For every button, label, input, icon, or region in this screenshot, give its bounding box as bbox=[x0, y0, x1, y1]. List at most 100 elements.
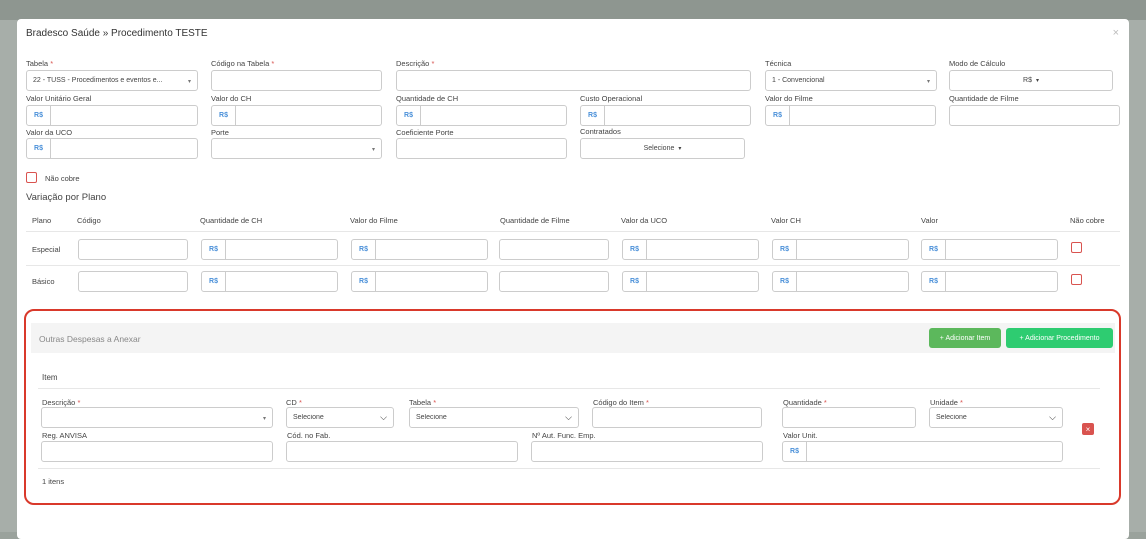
caret-down-icon: ▾ bbox=[1035, 78, 1039, 84]
basico-valor-filme-input[interactable]: R$ bbox=[351, 271, 488, 292]
item-divider bbox=[38, 388, 1100, 389]
delete-item-button[interactable]: × bbox=[1082, 423, 1094, 435]
descricao-label: Descrição * bbox=[396, 59, 435, 68]
quantidade-filme-input[interactable] bbox=[949, 105, 1120, 126]
item-unidade-select[interactable]: Selecione ⌵ bbox=[929, 407, 1063, 428]
item-cd-select[interactable]: Selecione ⌵ bbox=[286, 407, 394, 428]
currency-prefix: R$ bbox=[352, 240, 376, 259]
table-divider bbox=[26, 265, 1120, 266]
caret-down-icon: ▾ bbox=[371, 147, 375, 153]
quantidade-ch-label: Quantidade de CH bbox=[396, 94, 459, 103]
especial-quantidade-filme-input[interactable] bbox=[499, 239, 609, 260]
currency-prefix: R$ bbox=[623, 272, 647, 291]
contratados-select[interactable]: Selecione ▾ bbox=[580, 138, 745, 159]
page-backdrop-left bbox=[0, 20, 17, 532]
especial-valor-input[interactable]: R$ bbox=[921, 239, 1058, 260]
cod-fab-input[interactable] bbox=[286, 441, 518, 462]
caret-down-icon: ▾ bbox=[926, 79, 930, 85]
item-unidade-label: Unidade * bbox=[930, 398, 963, 407]
col-codigo: Código bbox=[77, 216, 101, 225]
currency-prefix: R$ bbox=[27, 139, 51, 158]
modo-calculo-label: Modo de Cálculo bbox=[949, 59, 1006, 68]
currency-prefix: R$ bbox=[773, 240, 797, 259]
item-tabela-select[interactable]: Selecione ⌵ bbox=[409, 407, 579, 428]
valor-unitario-geral-input[interactable]: R$ bbox=[26, 105, 198, 126]
tabela-select[interactable]: 22 - TUSS - Procedimentos e eventos e...… bbox=[26, 70, 198, 91]
descricao-input[interactable] bbox=[396, 70, 751, 91]
currency-prefix: R$ bbox=[773, 272, 797, 291]
currency-prefix: R$ bbox=[202, 272, 226, 291]
item-quantidade-label: Quantidade * bbox=[783, 398, 827, 407]
valor-unitario-geral-label: Valor Unitário Geral bbox=[26, 94, 92, 103]
item-codigo-input[interactable] bbox=[592, 407, 762, 428]
currency-prefix: R$ bbox=[397, 106, 421, 125]
reg-anvisa-label: Reg. ANVISA bbox=[42, 431, 88, 440]
valor-ch-input[interactable]: R$ bbox=[211, 105, 382, 126]
outras-despesas-header: Outras Despesas a Anexar + Adicionar Ite… bbox=[31, 323, 1115, 353]
item-unidade-dropdown[interactable]: Selecione bbox=[930, 408, 1062, 427]
basico-nao-cobre-checkbox[interactable] bbox=[1071, 274, 1082, 285]
basico-valor-ch-input[interactable]: R$ bbox=[772, 271, 909, 292]
contratados-label: Contratados bbox=[580, 127, 621, 136]
item-descricao-select[interactable]: ▾ bbox=[41, 407, 273, 428]
aut-func-label: Nº Aut. Func. Emp. bbox=[532, 431, 596, 440]
reg-anvisa-input[interactable] bbox=[41, 441, 273, 462]
currency-prefix: R$ bbox=[623, 240, 647, 259]
caret-down-icon: ▾ bbox=[678, 146, 682, 152]
valor-ch-label: Valor do CH bbox=[211, 94, 252, 103]
especial-valor-uco-input[interactable]: R$ bbox=[622, 239, 759, 260]
procedimento-modal: Bradesco Saúde » Procedimento TESTE × Ta… bbox=[17, 19, 1129, 539]
codigo-tabela-input[interactable] bbox=[211, 70, 382, 91]
item-divider bbox=[38, 468, 1100, 469]
item-tabela-dropdown[interactable]: Selecione bbox=[410, 408, 578, 427]
quantidade-filme-label: Quantidade de Filme bbox=[949, 94, 1019, 103]
tabela-label: Tabela * bbox=[26, 59, 54, 68]
modo-calculo-select[interactable]: R$ ▾ bbox=[949, 70, 1113, 91]
item-codigo-label: Código do Item * bbox=[593, 398, 649, 407]
especial-nao-cobre-checkbox[interactable] bbox=[1071, 242, 1082, 253]
especial-valor-ch-input[interactable]: R$ bbox=[772, 239, 909, 260]
basico-codigo-input[interactable] bbox=[78, 271, 188, 292]
plano-especial-label: Especial bbox=[32, 245, 61, 254]
modo-calculo-value: R$ bbox=[1023, 77, 1032, 84]
basico-valor-input[interactable]: R$ bbox=[921, 271, 1058, 292]
basico-quantidade-filme-input[interactable] bbox=[499, 271, 609, 292]
porte-label: Porte bbox=[211, 128, 229, 137]
nao-cobre-checkbox[interactable] bbox=[26, 172, 37, 183]
aut-func-input[interactable] bbox=[531, 441, 763, 462]
col-valor-filme: Valor do Filme bbox=[350, 216, 398, 225]
outras-despesas-panel: Outras Despesas a Anexar + Adicionar Ite… bbox=[24, 309, 1121, 505]
variacao-title: Variação por Plano bbox=[26, 192, 107, 203]
currency-prefix: R$ bbox=[27, 106, 51, 125]
basico-quantidade-ch-input[interactable]: R$ bbox=[201, 271, 338, 292]
item-quantidade-input[interactable] bbox=[782, 407, 916, 428]
tecnica-select[interactable]: 1 - Convencional ▾ bbox=[765, 70, 937, 91]
item-cd-dropdown[interactable]: Selecione bbox=[287, 408, 393, 427]
currency-prefix: R$ bbox=[766, 106, 790, 125]
valor-unit-input[interactable]: R$ bbox=[782, 441, 1063, 462]
add-procedimento-button[interactable]: + Adicionar Procedimento bbox=[1006, 328, 1113, 348]
col-plano: Plano bbox=[32, 216, 52, 225]
coeficiente-porte-label: Coeficiente Porte bbox=[396, 128, 454, 137]
basico-valor-uco-input[interactable]: R$ bbox=[622, 271, 759, 292]
especial-codigo-input[interactable] bbox=[78, 239, 188, 260]
valor-filme-input[interactable]: R$ bbox=[765, 105, 936, 126]
especial-valor-filme-input[interactable]: R$ bbox=[351, 239, 488, 260]
currency-prefix: R$ bbox=[202, 240, 226, 259]
quantidade-ch-input[interactable]: R$ bbox=[396, 105, 567, 126]
page-backdrop-top bbox=[0, 0, 1146, 20]
item-cd-label: CD * bbox=[286, 398, 302, 407]
porte-select[interactable]: ▾ bbox=[211, 138, 382, 159]
close-icon[interactable]: × bbox=[1113, 27, 1119, 39]
custo-operacional-input[interactable]: R$ bbox=[580, 105, 751, 126]
coeficiente-porte-input[interactable] bbox=[396, 138, 567, 159]
codigo-tabela-label: Código na Tabela * bbox=[211, 59, 275, 68]
caret-down-icon: ▾ bbox=[187, 79, 191, 85]
col-valor: Valor bbox=[921, 216, 938, 225]
contratados-value: Selecione bbox=[643, 145, 675, 152]
valor-uco-input[interactable]: R$ bbox=[26, 138, 198, 159]
especial-quantidade-ch-input[interactable]: R$ bbox=[201, 239, 338, 260]
add-item-button[interactable]: + Adicionar Item bbox=[929, 328, 1001, 348]
valor-filme-label: Valor do Filme bbox=[765, 94, 813, 103]
tecnica-label: Técnica bbox=[765, 59, 792, 68]
